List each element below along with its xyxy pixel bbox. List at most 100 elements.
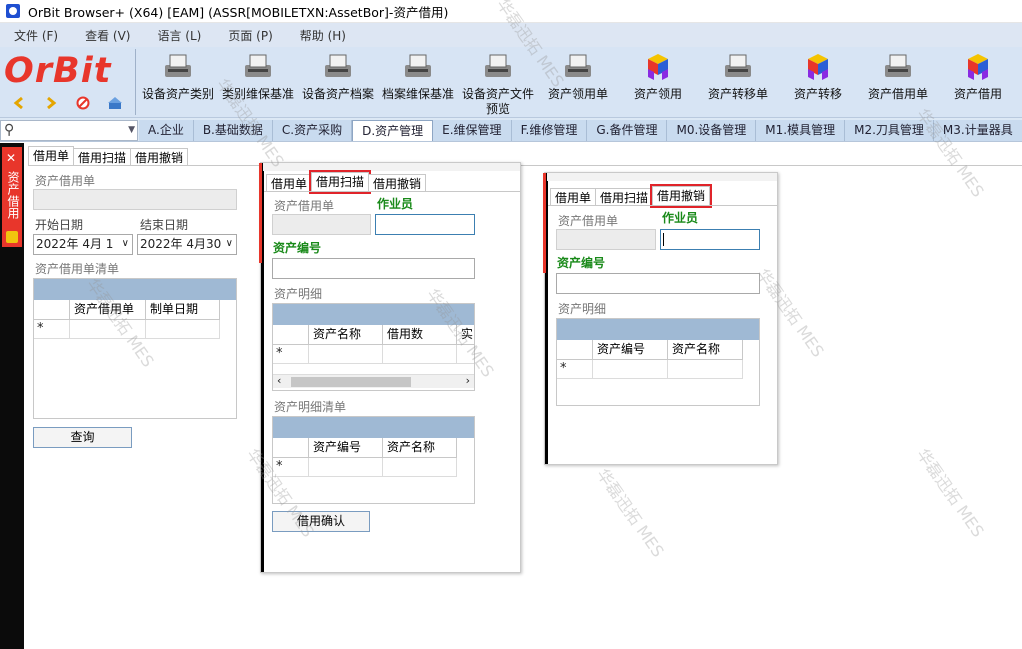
- module-tab-asset-management[interactable]: D.资产管理: [352, 120, 434, 141]
- cancel-tabstrip: 借用单 借用扫描 借用撤销: [550, 184, 713, 208]
- column-header[interactable]: 资产编号: [309, 438, 383, 458]
- table-row[interactable]: *: [34, 320, 220, 339]
- table-cell[interactable]: [146, 320, 220, 339]
- tool-archive-maintenance[interactable]: 档案维保基准: [378, 49, 458, 102]
- table-row[interactable]: *: [273, 458, 457, 477]
- borrow-doc-field[interactable]: [33, 189, 237, 210]
- tool-asset-borrow[interactable]: 资产借用: [938, 49, 1018, 102]
- tab-divider: [28, 165, 1022, 166]
- start-date-picker[interactable]: 2022年 4月 1 ∨: [33, 234, 133, 255]
- operator-input[interactable]: [660, 229, 760, 250]
- scroll-left-icon[interactable]: ‹: [277, 374, 281, 387]
- grid-group-bar: [557, 319, 759, 340]
- column-header[interactable]: 制单日期: [146, 300, 220, 320]
- horizontal-scrollbar[interactable]: ‹ ›: [273, 374, 474, 388]
- scroll-right-icon[interactable]: ›: [466, 374, 470, 387]
- tool-asset-requisition-doc[interactable]: 资产领用单: [538, 49, 618, 102]
- end-date-label: 结束日期: [140, 218, 189, 232]
- table-cell[interactable]: [668, 360, 743, 379]
- table-cell[interactable]: [383, 458, 457, 477]
- search-input[interactable]: ⚲ ▼: [0, 120, 138, 141]
- menu-help[interactable]: 帮助 (H): [300, 27, 346, 44]
- dropdown-arrow-icon[interactable]: ▼: [128, 125, 135, 135]
- stop-icon[interactable]: [72, 93, 94, 113]
- tab-borrow-cancel[interactable]: 借用撤销: [650, 184, 713, 208]
- row-header-cell: [557, 340, 593, 360]
- tab-borrow-scan[interactable]: 借用扫描: [595, 188, 654, 206]
- tool-asset-requisition[interactable]: 资产领用: [618, 49, 698, 102]
- column-header[interactable]: 资产名称: [383, 438, 457, 458]
- column-header[interactable]: 资产名称: [309, 325, 383, 345]
- tool-category-maintenance[interactable]: 类别维保基准: [218, 49, 298, 102]
- app-module-icon: [6, 231, 18, 243]
- text-cursor: [663, 233, 664, 246]
- title-bar: OrBit Browser+ (X64) [EAM] (ASSR[MOBILET…: [0, 0, 1022, 23]
- module-tab-asset-purchase[interactable]: C.资产采购: [272, 120, 353, 141]
- tab-borrow-doc[interactable]: 借用单: [266, 174, 313, 192]
- menu-view[interactable]: 查看 (V): [85, 27, 130, 44]
- asset-detail-list-grid[interactable]: 资产编号 资产名称 *: [272, 416, 475, 504]
- module-tab-equipment[interactable]: M0.设备管理: [667, 120, 757, 141]
- borrow-doc-field[interactable]: [272, 214, 371, 235]
- tool-asset-borrow-doc[interactable]: 资产借用单: [858, 49, 938, 102]
- tab-borrow-scan[interactable]: 借用扫描: [73, 148, 132, 166]
- asset-detail-label: 资产明细: [274, 287, 323, 301]
- tab-borrow-cancel[interactable]: 借用撤销: [130, 148, 189, 166]
- new-row-marker: *: [557, 360, 593, 379]
- tool-asset-archive[interactable]: 设备资产档案: [298, 49, 378, 102]
- module-tab-gauge[interactable]: M3.计量器具: [933, 120, 1022, 141]
- asset-detail-grid[interactable]: 资产编号 资产名称 *: [556, 318, 760, 406]
- side-tab-asset-borrow[interactable]: ✕ 资产借用: [2, 147, 22, 247]
- borrow-doc-grid[interactable]: 资产借用单 制单日期 *: [33, 278, 237, 419]
- menu-file[interactable]: 文件 (F): [14, 27, 58, 44]
- module-tab-repair-management[interactable]: F.维修管理: [511, 120, 588, 141]
- table-cell[interactable]: [309, 458, 383, 477]
- forward-arrow-icon[interactable]: [40, 93, 62, 113]
- side-tab-strip: ✕ 资产借用: [0, 143, 24, 649]
- close-icon[interactable]: ✕: [6, 151, 16, 165]
- column-header[interactable]: 借用数: [383, 325, 457, 345]
- column-header[interactable]: 资产名称: [668, 340, 743, 360]
- grid-group-bar: [273, 304, 474, 325]
- module-tab-basic-data[interactable]: B.基础数据: [193, 120, 273, 141]
- menu-language[interactable]: 语言 (L): [157, 27, 201, 44]
- tool-asset-file-preview[interactable]: 设备资产文件预览: [458, 49, 538, 117]
- home-icon[interactable]: [104, 93, 126, 113]
- tab-borrow-scan[interactable]: 借用扫描: [309, 170, 372, 194]
- module-tab-mold[interactable]: M1.模具管理: [756, 120, 846, 141]
- printer-icon: [160, 49, 196, 85]
- back-arrow-icon[interactable]: [8, 93, 30, 113]
- borrow-confirm-button[interactable]: 借用确认: [272, 511, 370, 532]
- panel-accent-bar: [259, 163, 262, 263]
- module-tab-enterprise[interactable]: A.企业: [139, 120, 194, 141]
- module-tab-spare-parts[interactable]: G.备件管理: [587, 120, 668, 141]
- asset-no-input[interactable]: [272, 258, 475, 279]
- module-tab-tool[interactable]: M2.刀具管理: [845, 120, 934, 141]
- table-cell[interactable]: [70, 320, 146, 339]
- tab-borrow-doc[interactable]: 借用单: [550, 188, 597, 206]
- tool-asset-transfer[interactable]: 资产转移: [778, 49, 858, 102]
- menu-bar: 文件 (F) 查看 (V) 语言 (L) 页面 (P) 帮助 (H): [0, 23, 1022, 47]
- module-tab-maintenance-management[interactable]: E.维保管理: [433, 120, 512, 141]
- tab-borrow-doc[interactable]: 借用单: [28, 146, 75, 166]
- table-cell[interactable]: [383, 345, 457, 364]
- query-button[interactable]: 查询: [33, 427, 132, 448]
- scroll-thumb[interactable]: [291, 377, 411, 387]
- tool-asset-category[interactable]: 设备资产类别: [138, 49, 218, 102]
- table-row[interactable]: *: [273, 345, 474, 364]
- asset-no-input[interactable]: [556, 273, 760, 294]
- table-cell[interactable]: [457, 345, 474, 364]
- column-header[interactable]: 资产借用单: [70, 300, 146, 320]
- column-header[interactable]: 实: [457, 325, 474, 345]
- column-header[interactable]: 资产编号: [593, 340, 668, 360]
- table-cell[interactable]: [593, 360, 668, 379]
- tab-borrow-cancel[interactable]: 借用撤销: [368, 174, 427, 192]
- tool-asset-transfer-doc[interactable]: 资产转移单: [698, 49, 778, 102]
- table-row[interactable]: *: [557, 360, 743, 379]
- borrow-doc-field[interactable]: [556, 229, 656, 250]
- operator-input[interactable]: [375, 214, 475, 235]
- table-cell[interactable]: [309, 345, 383, 364]
- end-date-picker[interactable]: 2022年 4月30 ∨: [137, 234, 237, 255]
- menu-page[interactable]: 页面 (P): [228, 27, 272, 44]
- asset-detail-grid[interactable]: 资产名称 借用数 实 * ‹ ›: [272, 303, 475, 391]
